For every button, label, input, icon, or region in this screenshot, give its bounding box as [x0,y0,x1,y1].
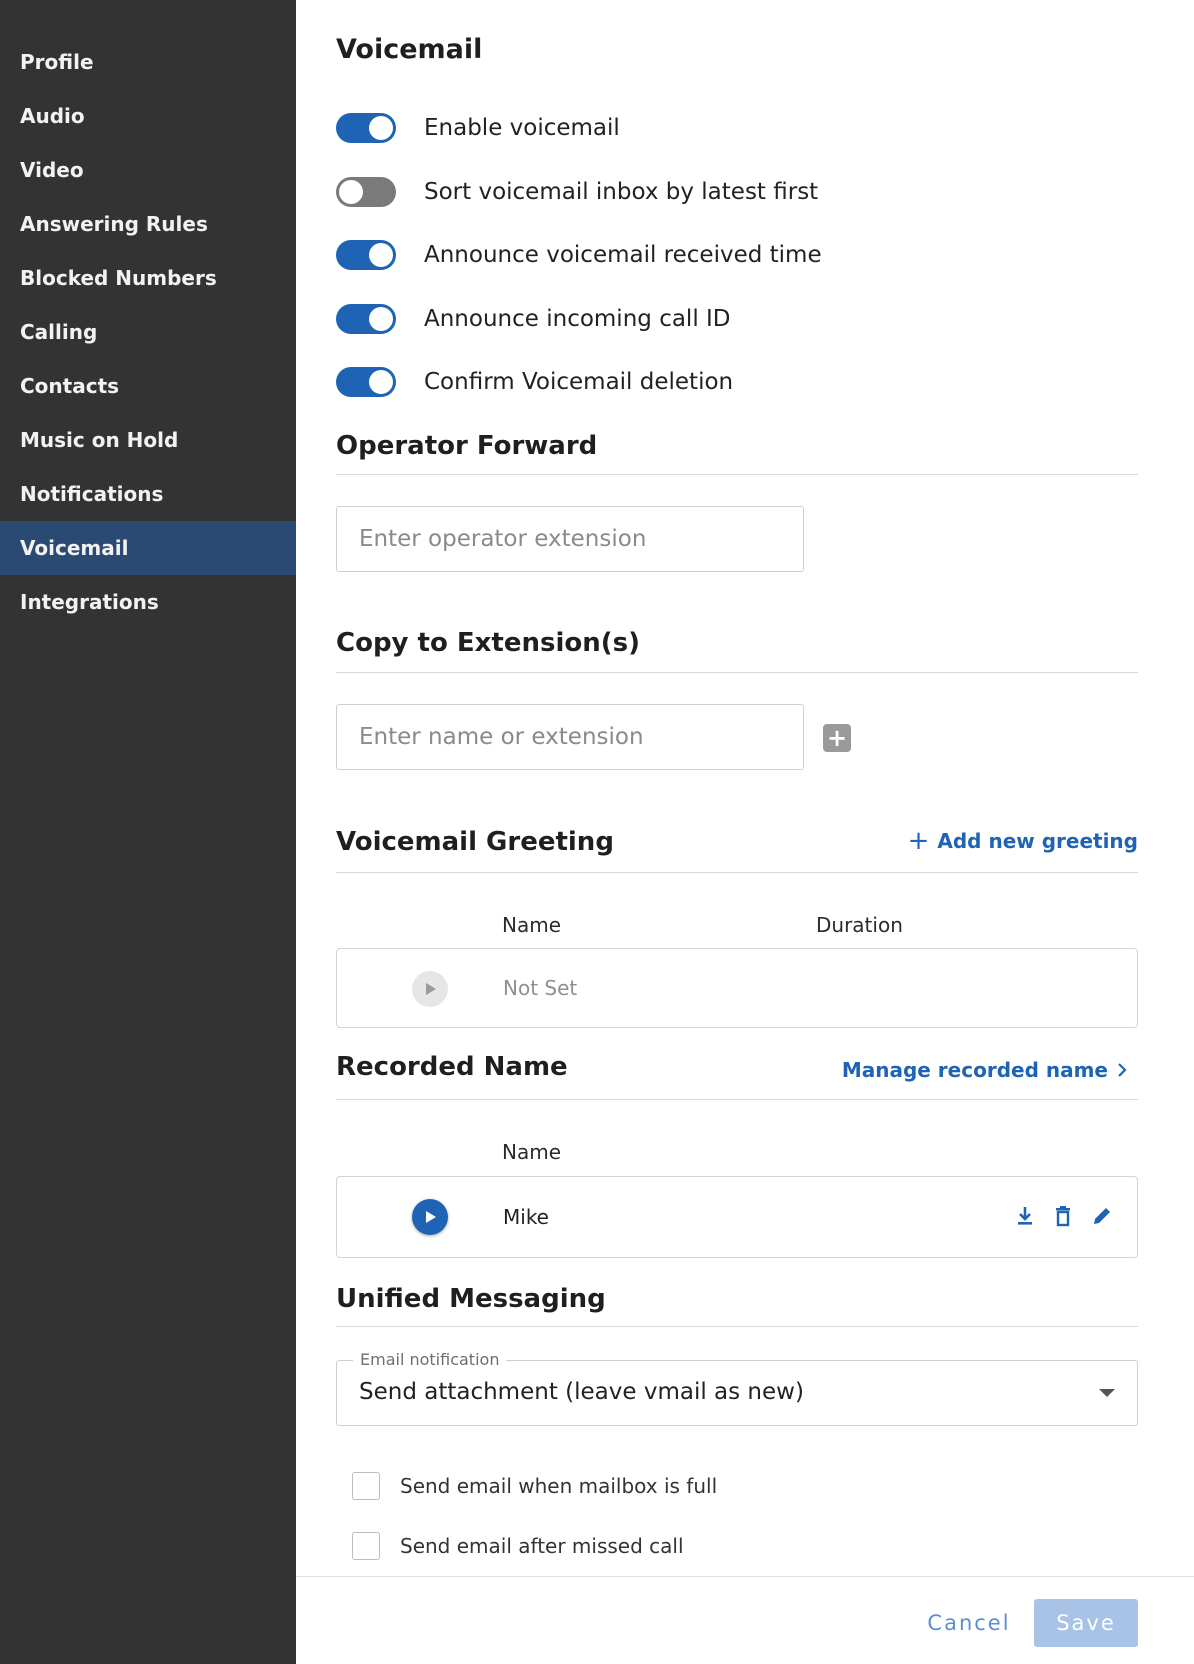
add-new-greeting-link[interactable]: + Add new greeting [908,826,1138,856]
recorded-name-title: Recorded Name [336,1052,568,1082]
manage-recorded-name-label: Manage recorded name [841,1058,1108,1082]
sidebar-item-audio[interactable]: Audio [0,89,296,143]
email-notification-select[interactable]: Email notification Send attachment (leav… [336,1350,1138,1426]
caret-down-icon [1099,1389,1115,1397]
sort-latest-first-toggle[interactable] [336,177,396,207]
checkbox-label: Send email when mailbox is full [400,1474,718,1498]
page-title: Voicemail [336,34,483,65]
toggle-knob [339,180,363,204]
copy-to-extension-title: Copy to Extension(s) [336,628,641,658]
download-icon[interactable] [1015,1205,1035,1227]
toggle-row-confirm-deletion: Confirm Voicemail deletion [336,364,733,400]
operator-extension-input[interactable] [336,506,804,572]
toggle-row-announce-received-time: Announce voicemail received time [336,237,822,273]
checkbox-row-mailbox-full: Send email when mailbox is full [352,1472,717,1500]
copy-extension-input[interactable] [336,704,804,770]
toggle-knob [369,307,393,331]
sidebar-item-blocked-numbers[interactable]: Blocked Numbers [0,251,296,305]
announce-received-time-toggle[interactable] [336,240,396,270]
toggle-label: Sort voicemail inbox by latest first [424,179,819,205]
toggle-row-enable-voicemail: Enable voicemail [336,110,620,146]
greeting-name: Not Set [503,976,578,1000]
play-icon [426,1211,436,1223]
operator-forward-title: Operator Forward [336,431,598,461]
missed-call-checkbox[interactable] [352,1532,380,1560]
sidebar-item-integrations[interactable]: Integrations [0,575,296,629]
sidebar-item-profile[interactable]: Profile [0,35,296,89]
pencil-icon[interactable] [1091,1205,1113,1227]
mailbox-full-checkbox[interactable] [352,1472,380,1500]
add-extension-button[interactable]: + [823,724,851,752]
toggle-knob [369,116,393,140]
divider [336,672,1138,673]
settings-sidebar: Profile Audio Video Answering Rules Bloc… [0,0,296,1664]
sidebar-item-music-on-hold[interactable]: Music on Hold [0,413,296,467]
sidebar-item-video[interactable]: Video [0,143,296,197]
unified-messaging-title: Unified Messaging [336,1284,606,1314]
toggle-knob [369,370,393,394]
checkbox-label: Send email after missed call [400,1534,684,1558]
toggle-row-announce-call-id: Announce incoming call ID [336,301,731,337]
trash-icon[interactable] [1053,1205,1073,1227]
play-greeting-button[interactable] [412,971,448,1007]
sidebar-item-contacts[interactable]: Contacts [0,359,296,413]
toggle-row-sort-latest-first: Sort voicemail inbox by latest first [336,174,818,210]
chevron-right-icon [1118,1063,1127,1077]
column-header-name: Name [502,913,562,937]
column-header-name: Name [502,1140,562,1164]
greeting-row: Not Set [336,948,1138,1028]
enable-voicemail-toggle[interactable] [336,113,396,143]
sidebar-item-voicemail[interactable]: Voicemail [0,521,296,575]
confirm-deletion-toggle[interactable] [336,367,396,397]
sidebar-item-notifications[interactable]: Notifications [0,467,296,521]
recorded-name-actions [1015,1205,1113,1227]
sidebar-item-calling[interactable]: Calling [0,305,296,359]
toggle-label: Announce voicemail received time [424,242,822,268]
announce-call-id-toggle[interactable] [336,304,396,334]
recorded-name-row: Mike [336,1176,1138,1258]
divider [336,1326,1138,1327]
cancel-button[interactable]: Cancel [926,1599,1012,1647]
checkbox-row-missed-call: Send email after missed call [352,1532,684,1560]
plus-icon: + [907,826,930,856]
divider [336,474,1138,475]
dialog-footer: Cancel Save [296,1576,1194,1664]
divider [336,1099,1138,1100]
play-recorded-name-button[interactable] [412,1199,448,1235]
email-notification-value: Send attachment (leave vmail as new) [359,1379,804,1405]
add-new-greeting-label: Add new greeting [937,829,1138,853]
divider [336,872,1138,873]
voicemail-greeting-title: Voicemail Greeting [336,827,614,857]
column-header-duration: Duration [816,913,903,937]
email-notification-label: Email notification [353,1350,507,1369]
voicemail-settings-panel: Voicemail Enable voicemail Sort voicemai… [296,0,1194,1664]
toggle-knob [369,243,393,267]
recorded-name-value: Mike [503,1205,549,1229]
plus-square-icon: + [826,724,848,752]
manage-recorded-name-link[interactable]: Manage recorded name [842,1058,1128,1082]
save-button[interactable]: Save [1034,1599,1138,1647]
toggle-label: Enable voicemail [424,115,620,141]
play-icon [426,983,436,995]
toggle-label: Announce incoming call ID [424,306,731,332]
toggle-label: Confirm Voicemail deletion [424,369,734,395]
sidebar-item-answering-rules[interactable]: Answering Rules [0,197,296,251]
